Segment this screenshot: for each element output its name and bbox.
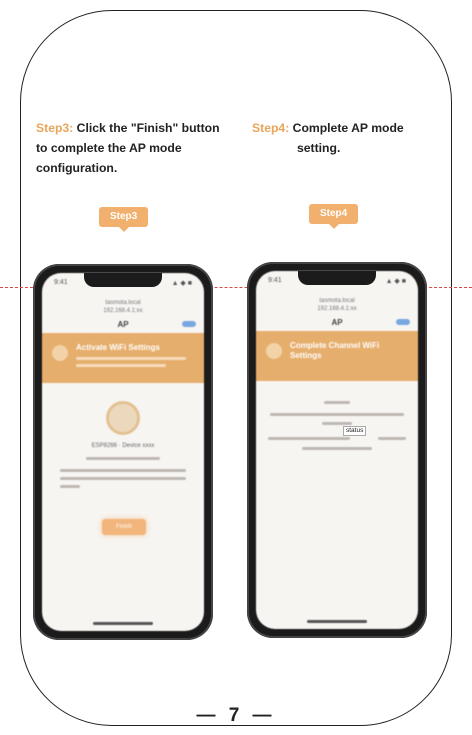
wifi-icon: [266, 343, 282, 359]
step3-instructions: Step3: Click the "Finish" button to comp…: [36, 118, 241, 178]
header-subtext: [76, 364, 166, 367]
text-line: [378, 437, 406, 440]
text-line: [60, 469, 186, 472]
finish-button[interactable]: Finish: [102, 519, 146, 535]
step3-label: Step3:: [36, 121, 74, 135]
url-line2: 192.168.4.1:xx: [317, 306, 357, 312]
home-indicator: [93, 622, 153, 625]
status-icons: ▲ ◆ ■: [171, 280, 192, 287]
step4-phone-mockup: 9:41 ▲ ◆ ■ tasmota.local 192.168.4.1:xx …: [247, 262, 427, 638]
header-title: Activate WiFi Settings: [76, 343, 160, 352]
nav-done-button[interactable]: [396, 319, 410, 325]
status-time: 9:41: [54, 279, 68, 286]
text-line: [324, 401, 350, 404]
home-indicator: [307, 620, 367, 623]
text-line: [60, 485, 80, 488]
step3-phone-mockup: 9:41 ▲ ◆ ■ tasmota.local 192.168.4.1:xx …: [33, 264, 213, 640]
step4-line2: setting.: [297, 141, 341, 155]
step4-badge: Step4: [309, 204, 359, 229]
step4-phone-screen: 9:41 ▲ ◆ ■ tasmota.local 192.168.4.1:xx …: [256, 271, 418, 629]
settings-gear-icon: [106, 401, 140, 435]
wifi-icon: [52, 345, 68, 361]
step3-line1: Click the "Finish" button: [73, 121, 220, 135]
status-time: 9:41: [268, 277, 282, 284]
screen-header: Complete Channel WiFi Settings: [256, 331, 418, 381]
text-line: [60, 477, 186, 480]
screen-header: Activate WiFi Settings: [42, 333, 204, 383]
nav-title: AP: [331, 318, 343, 327]
status-tag: status: [343, 426, 367, 436]
step3-badge: Step3: [99, 207, 149, 232]
step4-line1: Complete AP mode: [289, 121, 404, 135]
header-title: Complete Channel WiFi Settings: [290, 341, 380, 360]
nav-done-button[interactable]: [182, 321, 196, 327]
url-bar: tasmota.local 192.168.4.1:xx: [256, 297, 418, 313]
nav-title: AP: [117, 320, 129, 329]
step3-line2: to complete the AP mode: [36, 141, 182, 155]
url-bar: tasmota.local 192.168.4.1:xx: [42, 299, 204, 315]
url-line2: 192.168.4.1:xx: [103, 308, 143, 314]
page-number: — 7 —: [196, 705, 276, 726]
device-line: ESP8266 · Device xxxx: [91, 443, 155, 449]
text-line: [302, 447, 372, 450]
status-icons: ▲ ◆ ■: [385, 278, 406, 285]
url-line1: tasmota.local: [319, 298, 355, 304]
url-line1: tasmota.local: [105, 300, 141, 306]
text-line: [322, 422, 352, 425]
step4-label: Step4:: [252, 121, 290, 135]
header-subtext: [76, 357, 186, 360]
step4-instructions: Step4: Complete AP mode setting.: [252, 118, 442, 158]
text-line: [268, 437, 350, 440]
step3-line3: configuration.: [36, 161, 118, 175]
text-line: [270, 413, 404, 416]
phone-notch: [298, 271, 376, 285]
step3-phone-screen: 9:41 ▲ ◆ ■ tasmota.local 192.168.4.1:xx …: [42, 273, 204, 631]
text-line: [86, 457, 160, 460]
phone-notch: [84, 273, 162, 287]
